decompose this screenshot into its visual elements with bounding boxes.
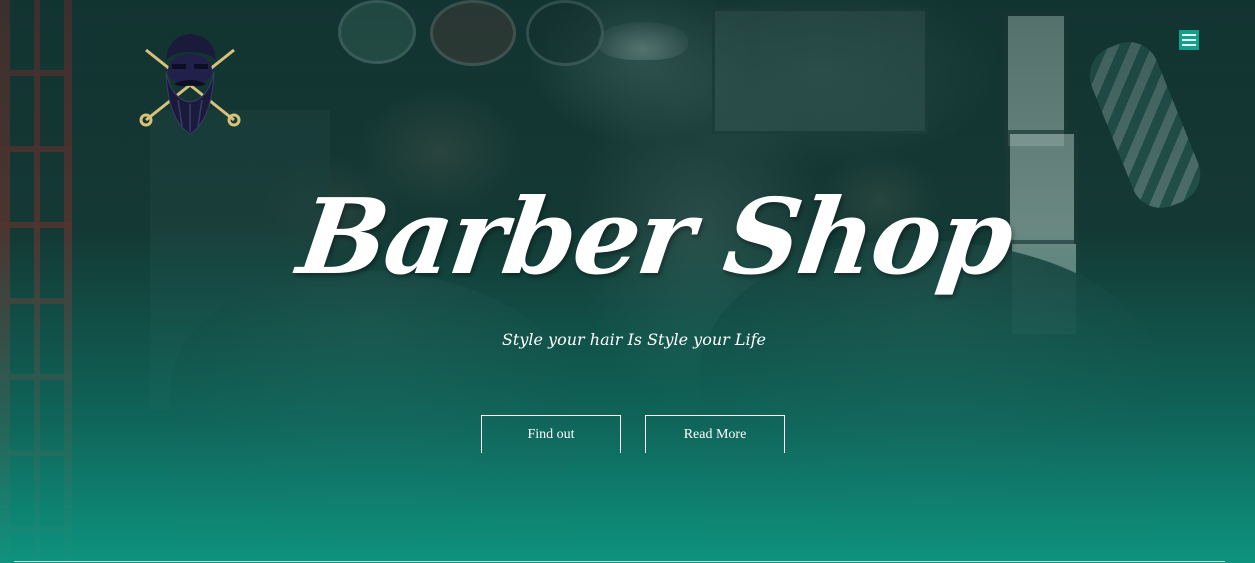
- menu-bar: [1182, 34, 1196, 36]
- find-out-button[interactable]: Find out: [481, 415, 621, 453]
- hero-title: Barber Shop: [291, 175, 1020, 298]
- menu-bar: [1182, 44, 1196, 46]
- bottom-divider: [14, 561, 1225, 562]
- hero-tagline: Style your hair Is Style your Life: [501, 330, 767, 349]
- read-more-button[interactable]: Read More: [645, 415, 785, 453]
- hamburger-menu-icon[interactable]: [1179, 30, 1199, 50]
- hero-section: Barber Shop Style your hair Is Style you…: [0, 0, 1255, 563]
- bearded-man-logo-icon[interactable]: [138, 30, 242, 138]
- logo-graphic: [139, 34, 241, 135]
- menu-bar: [1182, 39, 1196, 41]
